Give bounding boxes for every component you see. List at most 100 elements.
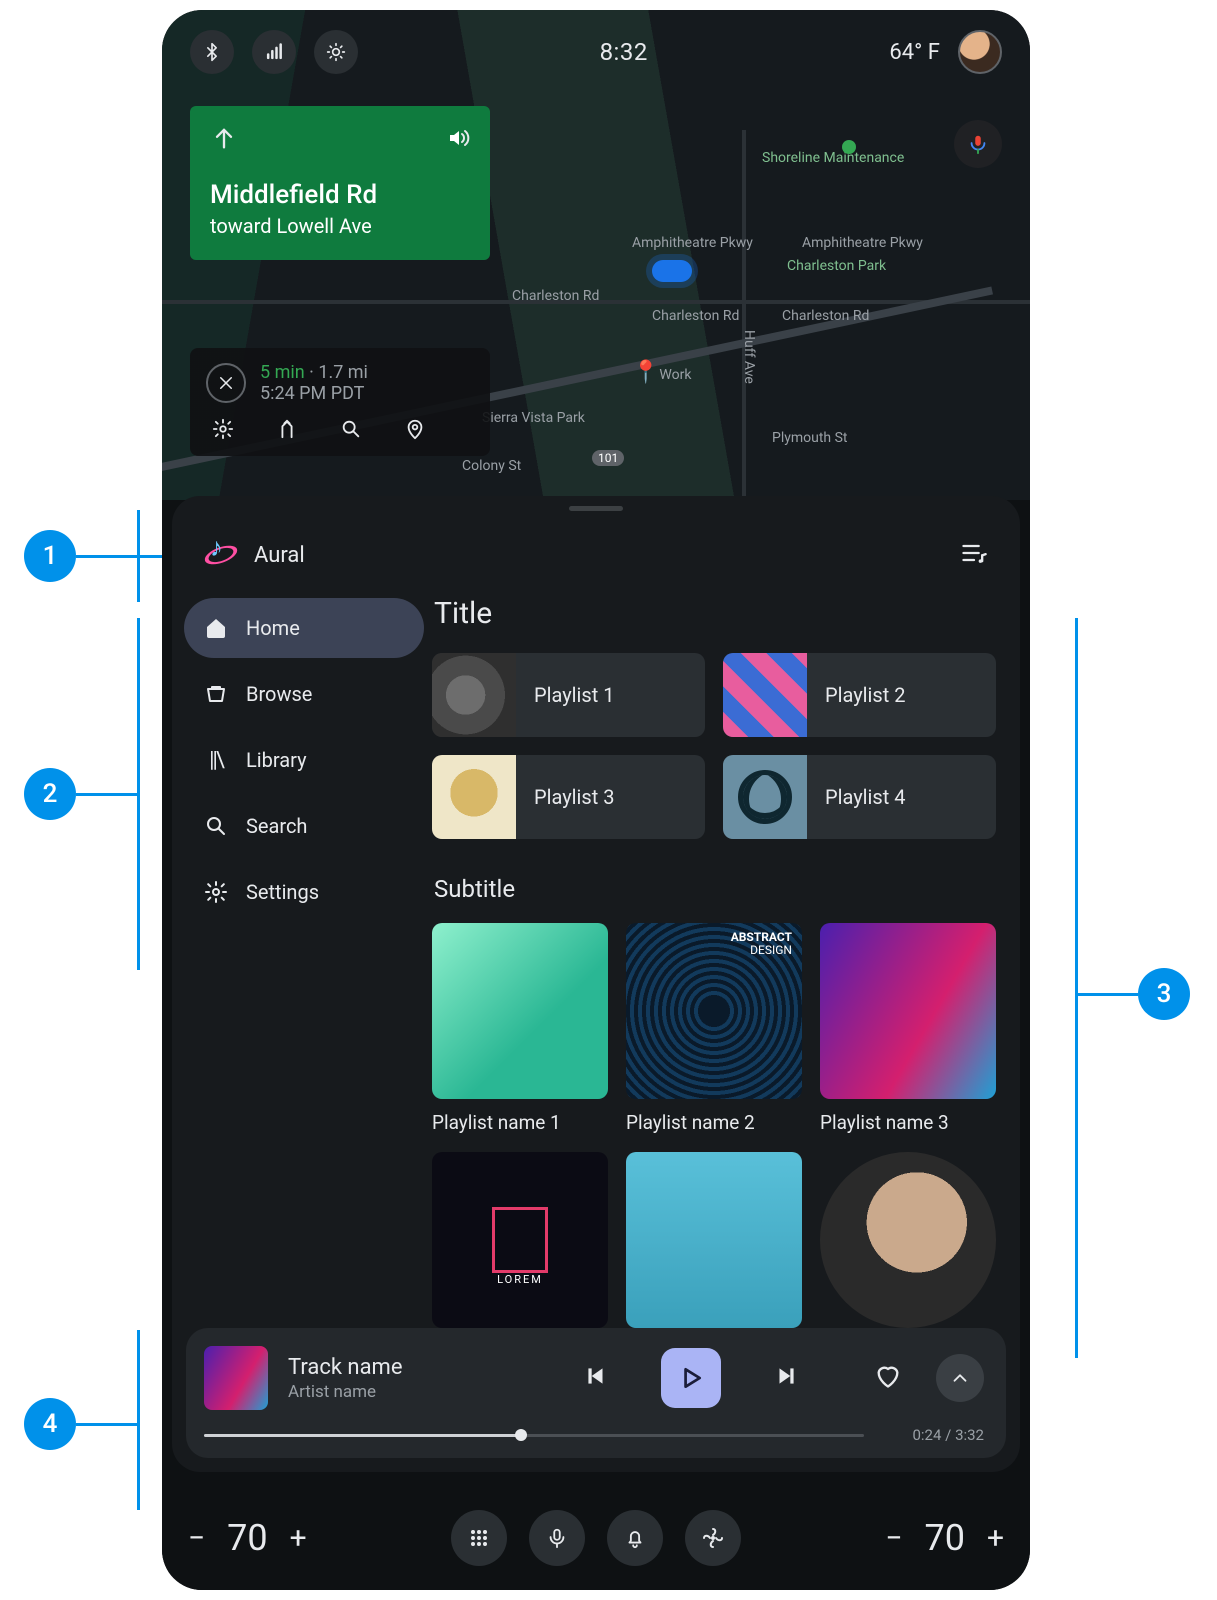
playlist-card[interactable]: Playlist 4	[723, 755, 996, 839]
playlist-label: Playlist 2	[807, 683, 905, 707]
album-art: ABSTRACTDESIGN	[626, 923, 802, 1099]
profile-avatar[interactable]	[958, 30, 1002, 74]
now-playing-bar: Track name Artist name 0:24 / 3:32	[186, 1328, 1006, 1458]
signal-button[interactable]	[252, 30, 296, 74]
next-track-button[interactable]	[773, 1363, 799, 1393]
playlist-tile[interactable]: LOREM	[432, 1152, 608, 1341]
play-button[interactable]	[661, 1348, 721, 1408]
device-frame: Amphitheatre Pkwy Amphitheatre Pkwy Char…	[162, 10, 1030, 1590]
app-grid-button[interactable]	[451, 1510, 507, 1566]
current-location-beacon	[652, 260, 692, 282]
alternate-routes-button[interactable]	[276, 418, 298, 444]
nav-item-home[interactable]: Home	[184, 598, 424, 658]
annotation-4: 4	[24, 1398, 76, 1450]
album-art	[626, 1152, 802, 1328]
playlist-label: Playlist 1	[516, 683, 614, 707]
work-pin[interactable]: 📍Work	[632, 360, 691, 385]
road-label: Sierra Vista Park	[482, 410, 585, 426]
drag-handle[interactable]	[569, 506, 623, 511]
bluetooth-button[interactable]	[190, 30, 234, 74]
track-title: Track name	[288, 1355, 508, 1380]
highway-shield: 101	[592, 450, 624, 466]
nav-label: Search	[246, 814, 307, 838]
playlist-tile[interactable]	[626, 1152, 802, 1341]
close-navigation-button[interactable]	[206, 363, 246, 403]
playlist-card[interactable]: Playlist 1	[432, 653, 705, 737]
signal-icon	[264, 42, 284, 62]
library-icon: ||\	[204, 748, 228, 773]
annotation-2: 2	[24, 768, 76, 820]
navigation-direction-card[interactable]: Middlefield Rd toward Lowell Ave	[190, 106, 490, 260]
section-subtitle: Subtitle	[434, 875, 996, 903]
playlist-card[interactable]: Playlist 3	[432, 755, 705, 839]
nav-label: Library	[246, 748, 307, 772]
nav-item-browse[interactable]: Browse	[184, 664, 424, 724]
hvac-button[interactable]	[685, 1510, 741, 1566]
playlist-label: Playlist name 2	[626, 1111, 802, 1134]
assistant-button[interactable]	[529, 1510, 585, 1566]
playlist-tile[interactable]	[820, 1152, 996, 1341]
road-label: Charleston Rd	[652, 308, 739, 324]
app-logo-icon	[204, 538, 238, 572]
queue-icon	[960, 539, 988, 567]
nav-street: Middlefield Rd	[210, 180, 470, 210]
poi-label: Shoreline Maintenance	[762, 150, 904, 166]
gear-icon	[204, 880, 228, 904]
now-playing-art[interactable]	[204, 1346, 268, 1410]
playlist-tile[interactable]: Playlist name 1	[432, 923, 608, 1134]
annotation-4-bracket	[137, 1330, 140, 1510]
expand-player-button[interactable]	[936, 1354, 984, 1402]
skip-next-icon	[773, 1363, 799, 1389]
annotation-3-bracket	[1075, 618, 1078, 1358]
skip-previous-icon	[583, 1363, 609, 1389]
track-artist: Artist name	[288, 1382, 508, 1402]
volume-icon[interactable]	[446, 126, 470, 154]
art-overlay: ABSTRACTDESIGN	[731, 931, 792, 957]
playlist-card[interactable]: Playlist 2	[723, 653, 996, 737]
nav-label: Home	[246, 616, 300, 640]
nav-search-button[interactable]	[340, 418, 362, 444]
progress-thumb[interactable]	[515, 1429, 527, 1441]
eta-card: 5 min · 1.7 mi 5:24 PM PDT	[190, 348, 490, 456]
nav-item-library[interactable]: ||\ Library	[184, 730, 424, 790]
section-title: Title	[434, 596, 996, 631]
road-label: Colony St	[462, 458, 521, 474]
gear-icon	[212, 418, 234, 440]
bluetooth-icon	[202, 42, 222, 62]
brightness-button[interactable]	[314, 30, 358, 74]
mic-icon	[967, 133, 989, 155]
media-panel: Aural Home Browse ||\ Library	[172, 496, 1020, 1472]
annotation-1-line	[76, 555, 162, 558]
nav-item-search[interactable]: Search	[184, 796, 424, 856]
progress-bar[interactable]: 0:24 / 3:32	[204, 1426, 984, 1444]
playlist-tile[interactable]: Playlist name 3	[820, 923, 996, 1134]
road-label: Plymouth St	[772, 430, 848, 446]
map-road	[742, 130, 746, 500]
nav-item-settings[interactable]: Settings	[184, 862, 424, 922]
temp-up-button[interactable]: +	[290, 1521, 307, 1556]
temp-down-button[interactable]: −	[188, 1521, 205, 1556]
favorite-button[interactable]	[874, 1362, 902, 1394]
temp-down-button[interactable]: −	[885, 1521, 902, 1556]
nav-destination-button[interactable]	[404, 418, 426, 444]
voice-search-button[interactable]	[954, 120, 1002, 168]
map-poi-pin	[842, 140, 856, 154]
climate-left: − 70 +	[188, 1517, 307, 1559]
notifications-button[interactable]	[607, 1510, 663, 1566]
album-art	[723, 755, 807, 839]
road-label: Amphitheatre Pkwy	[632, 235, 753, 251]
playlist-tile[interactable]: ABSTRACTDESIGN Playlist name 2	[626, 923, 802, 1134]
queue-button[interactable]	[960, 539, 988, 571]
sun-icon	[326, 42, 346, 62]
park-label: Charleston Park	[787, 258, 886, 274]
album-art	[432, 755, 516, 839]
previous-track-button[interactable]	[583, 1363, 609, 1393]
work-label: Work	[659, 367, 691, 383]
temp-value-right: 70	[925, 1517, 965, 1559]
album-art	[432, 653, 516, 737]
temp-up-button[interactable]: +	[987, 1521, 1004, 1556]
nav-settings-button[interactable]	[212, 418, 234, 444]
status-bar: 8:32 64° F	[162, 10, 1030, 94]
home-icon	[204, 616, 228, 640]
climate-right: − 70 +	[885, 1517, 1004, 1559]
